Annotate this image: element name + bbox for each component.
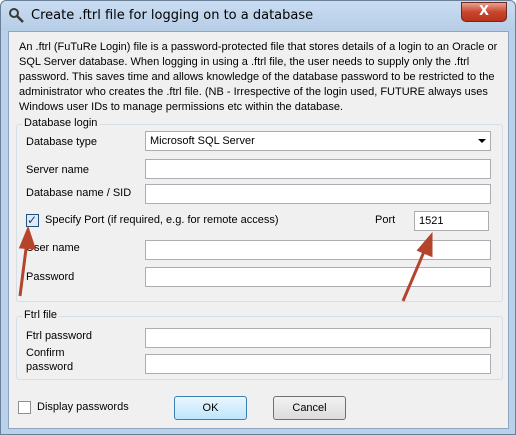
ftrl-password-input[interactable] (145, 328, 491, 348)
confirm-password-label-line1: Confirm (26, 347, 65, 359)
port-label: Port (375, 214, 396, 226)
server-name-input[interactable] (145, 159, 491, 179)
dropdown-arrow-icon[interactable] (478, 139, 486, 143)
database-type-value: Microsoft SQL Server (150, 135, 255, 147)
user-name-input[interactable] (145, 240, 491, 260)
database-name-input[interactable] (145, 184, 491, 204)
app-icon (9, 8, 24, 23)
user-name-label: User name (26, 242, 80, 254)
checkmark-icon: ✓ (27, 213, 38, 227)
close-icon[interactable]: X (461, 2, 507, 22)
display-passwords-checkbox[interactable] (18, 401, 31, 414)
password-label: Password (26, 271, 75, 283)
specify-port-label: Specify Port (if required, e.g. for remo… (45, 214, 279, 226)
dialog-client-area: An .ftrl (FuTuRe Login) file is a passwo… (8, 31, 509, 429)
display-passwords-label: Display passwords (37, 401, 129, 413)
specify-port-checkbox[interactable]: ✓ (26, 213, 39, 227)
window-title: Create .ftrl file for logging on to a da… (31, 8, 314, 23)
server-name-label: Server name (26, 164, 89, 176)
port-input[interactable]: 1521 (414, 211, 489, 231)
database-login-group-title: Database login (22, 117, 100, 129)
database-type-label: Database type (26, 136, 97, 148)
confirm-password-label-line2: password (26, 361, 74, 373)
description-text: An .ftrl (FuTuRe Login) file is a passwo… (19, 41, 498, 113)
ftrl-file-group-title: Ftrl file (22, 309, 59, 321)
ftrl-password-label: Ftrl password (26, 330, 93, 342)
database-name-label: Database name / SID (26, 187, 132, 199)
dialog-window: Create .ftrl file for logging on to a da… (0, 0, 516, 435)
title-bar[interactable]: Create .ftrl file for logging on to a da… (1, 1, 515, 31)
cancel-button[interactable]: Cancel (273, 396, 346, 420)
password-input[interactable] (145, 267, 491, 287)
ok-button[interactable]: OK (174, 396, 247, 420)
database-type-select[interactable]: Microsoft SQL Server (145, 131, 491, 151)
confirm-password-input[interactable] (145, 354, 491, 374)
